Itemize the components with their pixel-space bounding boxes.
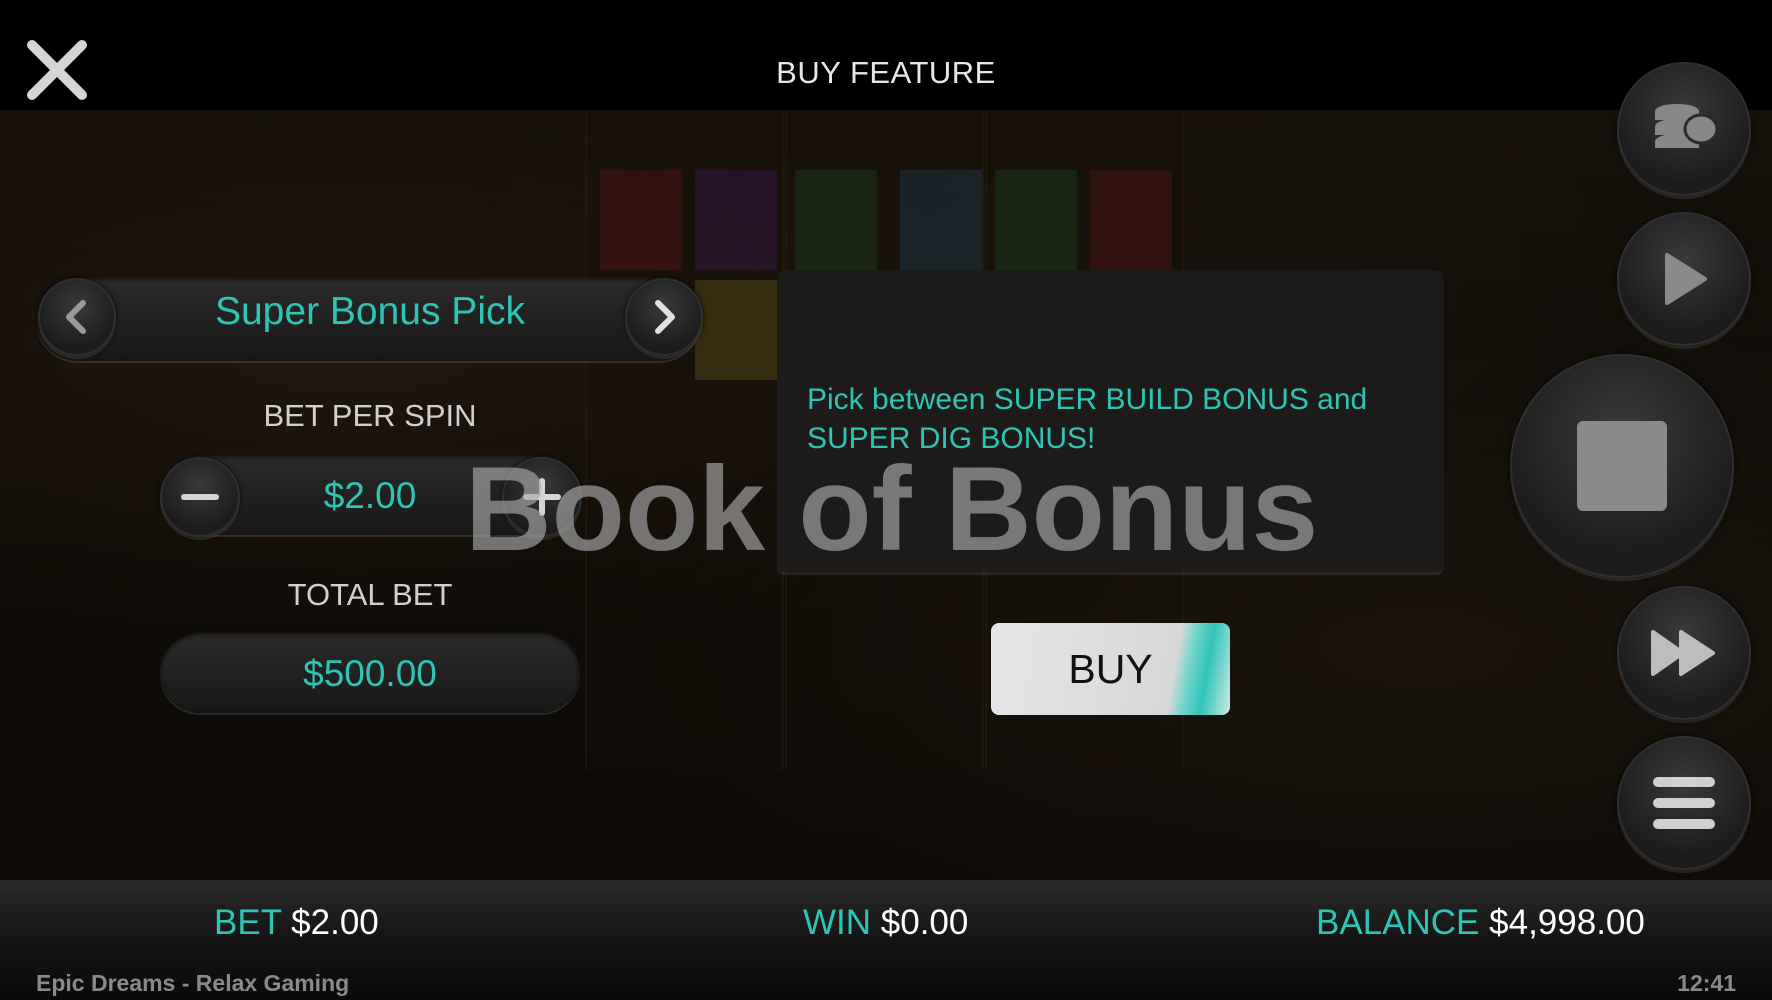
decrease-bet-button[interactable]: [160, 457, 240, 537]
feature-name: Super Bonus Pick: [214, 290, 525, 333]
win-label: WIN: [803, 903, 872, 942]
menu-icon: [1653, 777, 1715, 829]
bet-per-spin-label: BET PER SPIN: [263, 398, 477, 433]
clock: 12:41: [1677, 970, 1736, 996]
coins-button[interactable]: [1617, 62, 1751, 196]
buy-button-label: BUY: [1068, 645, 1153, 692]
balance-display: BALANCE $4,998.00: [1316, 903, 1645, 943]
autoplay-button[interactable]: [1617, 212, 1751, 346]
total-bet-value: $500.00: [303, 653, 437, 694]
win-value: $0.00: [880, 903, 969, 942]
total-bet-label: TOTAL BET: [287, 577, 453, 612]
increase-bet-button[interactable]: [502, 457, 582, 537]
bet-display: BET $2.00: [214, 903, 379, 943]
stop-icon: [1577, 421, 1667, 511]
win-display: WIN $0.00: [803, 903, 968, 943]
balance-label: BALANCE: [1316, 903, 1480, 942]
play-icon: [1665, 253, 1707, 305]
minus-icon: [181, 494, 219, 500]
page-title: BUY FEATURE: [776, 55, 996, 90]
chevron-right-icon: [655, 300, 675, 334]
plus-icon: [523, 478, 561, 516]
prev-feature-button[interactable]: [38, 278, 116, 356]
coins-icon: [1655, 104, 1719, 148]
bet-value: $2.00: [291, 903, 379, 942]
feature-description: Pick between SUPER BUILD BONUS and SUPER…: [807, 383, 1368, 455]
menu-button[interactable]: [1617, 736, 1751, 870]
next-feature-button[interactable]: [625, 278, 703, 356]
turbo-button[interactable]: [1617, 586, 1751, 720]
game-title: Epic Dreams - Relax Gaming: [36, 970, 350, 996]
buy-button[interactable]: BUY: [991, 623, 1230, 715]
chevron-left-icon: [66, 300, 86, 334]
balance-value: $4,998.00: [1489, 903, 1645, 942]
spin-button[interactable]: [1510, 354, 1734, 578]
bet-label: BET: [214, 903, 282, 942]
bet-per-spin-value: $2.00: [323, 475, 417, 516]
fast-forward-icon: [1651, 630, 1715, 676]
